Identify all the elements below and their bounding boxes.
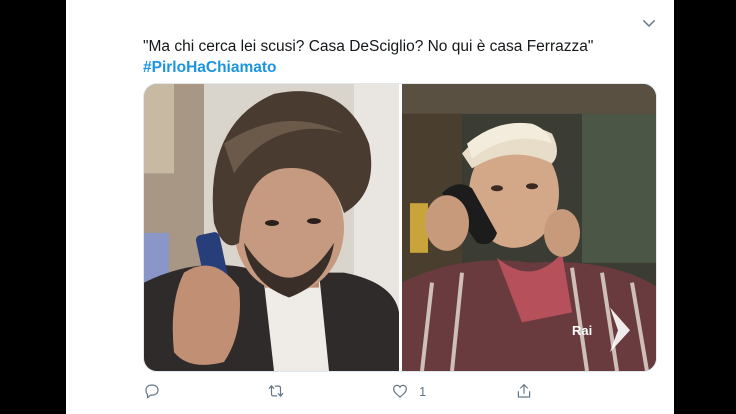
tweet-card: "Ma chi cerca lei scusi? Casa DeSciglio?… [66, 0, 674, 414]
photo-man-in-turban-on-phone[interactable]: Rai [402, 84, 656, 371]
tweet-quote: "Ma chi cerca lei scusi? Casa DeSciglio?… [143, 38, 594, 55]
tweet-actions: 1 [143, 382, 643, 404]
hashtag-link[interactable]: #PirloHaChiamato [143, 57, 643, 78]
like-button[interactable]: 1 [391, 382, 426, 400]
photo-man-on-phone[interactable] [144, 84, 399, 371]
tweet-text: "Ma chi cerca lei scusi? Casa DeSciglio?… [143, 36, 643, 78]
like-count: 1 [419, 383, 427, 399]
share-icon [517, 384, 531, 398]
like-icon [393, 384, 407, 398]
chevron-down-icon[interactable] [640, 14, 658, 32]
share-button[interactable] [515, 382, 533, 400]
reply-icon [145, 384, 159, 399]
retweet-button[interactable] [267, 382, 285, 400]
rai-watermark: Rai [572, 323, 592, 338]
tweet-media[interactable]: Rai [143, 83, 657, 372]
retweet-icon [268, 385, 284, 397]
reply-button[interactable] [143, 382, 161, 400]
